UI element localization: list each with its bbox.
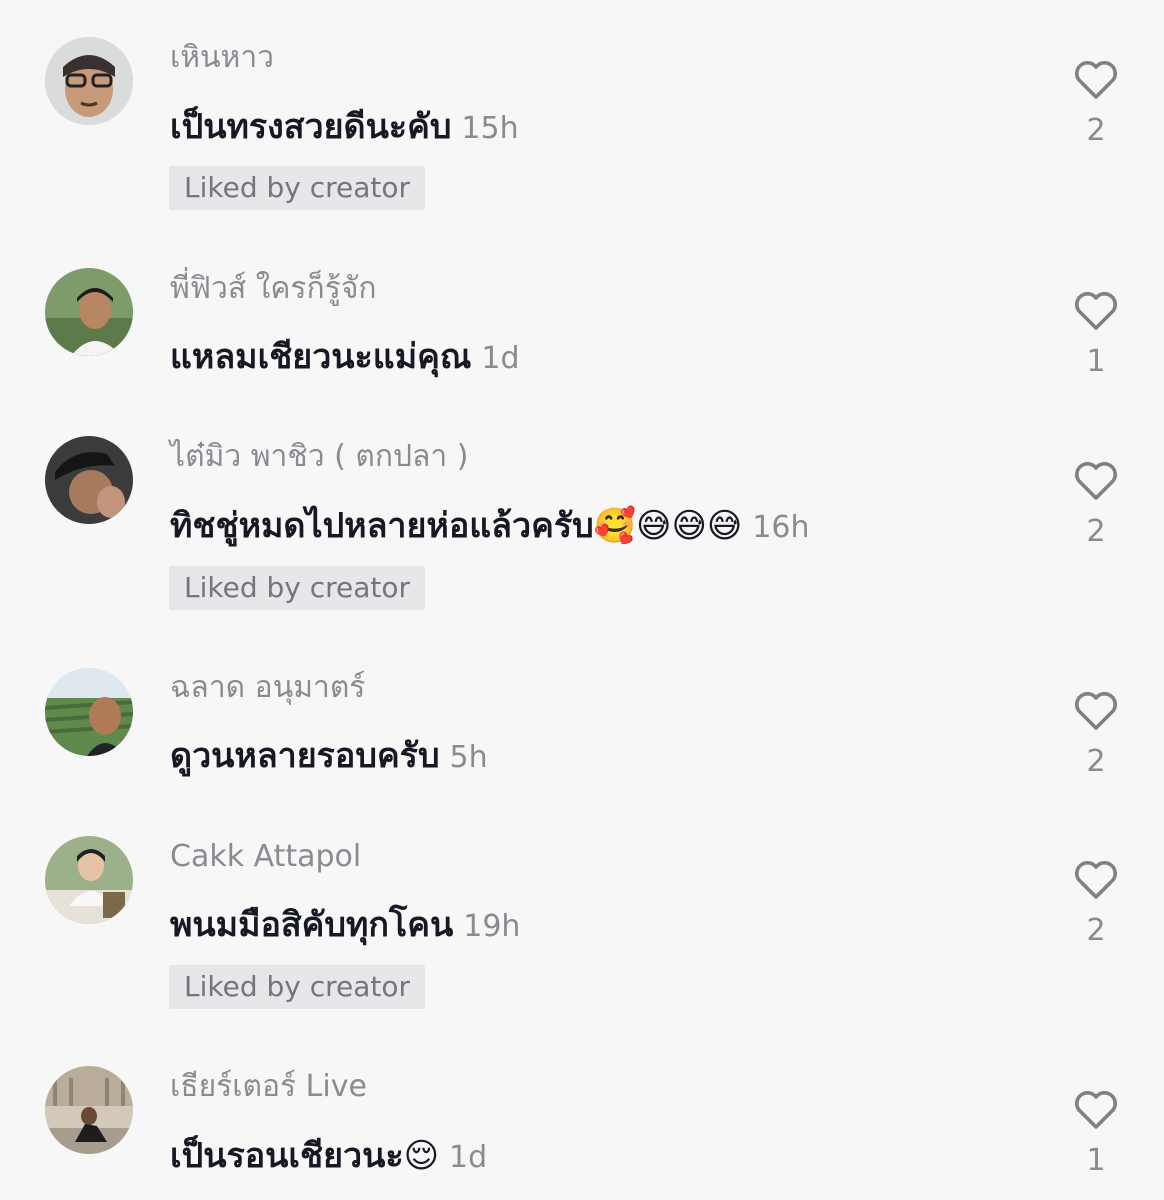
like-count: 1 (1086, 344, 1106, 379)
comment-body: ทิชชู่หมดไปหลายห่อแล้วครับ🥰😅😅😅 16h (170, 503, 810, 549)
like-count: 1 (1086, 1143, 1106, 1178)
heart-outline-icon[interactable] (1073, 460, 1119, 502)
heart-outline-icon[interactable] (1073, 290, 1119, 332)
comment-body: ดูวนหลายรอบครับ 5h (170, 733, 488, 779)
comment-text: พนมมือสิคับทุกโคน (170, 905, 454, 945)
comment-text: เป็นรอนเชียวนะ😌 (170, 1136, 440, 1176)
like-control[interactable]: 2 (1066, 460, 1126, 552)
like-control[interactable]: 1 (1066, 1089, 1126, 1181)
comment-body: พนมมือสิคับทุกโคน 19h (170, 902, 520, 948)
heart-outline-icon[interactable] (1073, 859, 1119, 901)
like-control[interactable]: 1 (1066, 290, 1126, 382)
comment-time: 16h (752, 510, 810, 545)
like-count: 2 (1086, 744, 1106, 779)
comment-username[interactable]: ไต๋มิว พาชิว ( ตกปลา ) (170, 437, 469, 477)
comment-body: เป็นรอนเชียวนะ😌 1d (170, 1133, 487, 1179)
liked-by-creator-badge: Liked by creator (169, 566, 426, 610)
like-control[interactable]: 2 (1066, 690, 1126, 782)
comment-text: เป็นทรงสวยดีนะคับ (170, 107, 452, 147)
comment-text: แหลมเชียวนะแม่คุณ (170, 337, 472, 377)
comment-time: 19h (463, 909, 521, 944)
avatar[interactable] (45, 836, 133, 924)
like-control[interactable]: 2 (1066, 59, 1126, 151)
comment-text: ทิชชู่หมดไปหลายห่อแล้วครับ🥰😅😅😅 (170, 506, 743, 546)
avatar[interactable] (45, 37, 133, 125)
comment-username[interactable]: เหินหาว (170, 38, 274, 78)
avatar[interactable] (45, 268, 133, 356)
comment-username[interactable]: ฉลาด อนุมาตร์ (170, 668, 365, 708)
like-count: 2 (1086, 113, 1106, 148)
comment-text: ดูวนหลายรอบครับ (170, 736, 440, 776)
avatar[interactable] (45, 436, 133, 524)
comment-time: 1d (449, 1140, 488, 1175)
heart-outline-icon[interactable] (1073, 690, 1119, 732)
liked-by-creator-badge: Liked by creator (169, 965, 426, 1009)
heart-outline-icon[interactable] (1073, 59, 1119, 101)
like-count: 2 (1086, 913, 1106, 948)
avatar[interactable] (45, 1066, 133, 1154)
like-control[interactable]: 2 (1066, 859, 1126, 951)
comment-username[interactable]: พี่ฟิวส์ ใครก็รู้จัก (170, 269, 377, 309)
liked-by-creator-badge: Liked by creator (169, 166, 426, 210)
avatar[interactable] (45, 668, 133, 756)
heart-outline-icon[interactable] (1073, 1089, 1119, 1131)
comment-body: แหลมเชียวนะแม่คุณ 1d (170, 334, 520, 380)
comment-time: 15h (461, 111, 519, 146)
comment-username[interactable]: เธียร์เตอร์ Live (170, 1067, 367, 1107)
like-count: 2 (1086, 514, 1106, 549)
comment-time: 1d (481, 341, 520, 376)
comment-time: 5h (449, 740, 488, 775)
comment-username[interactable]: Cakk Attapol (170, 837, 361, 877)
comment-body: เป็นทรงสวยดีนะคับ 15h (170, 104, 519, 150)
